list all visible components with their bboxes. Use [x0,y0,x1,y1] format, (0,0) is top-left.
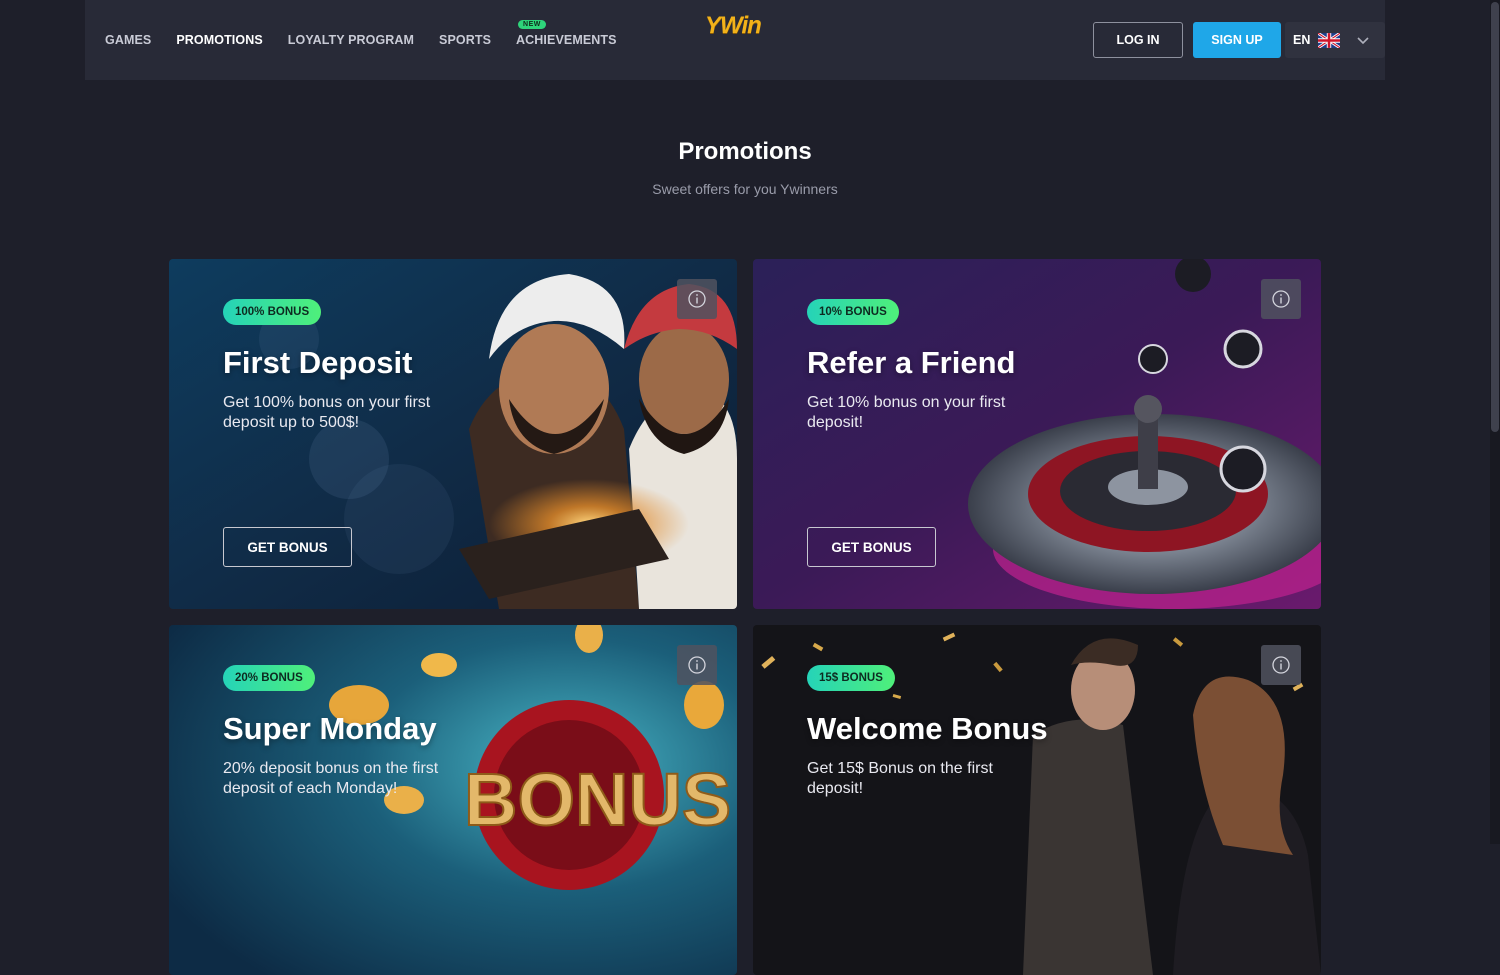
promo-card-refer-friend: 10% BONUS Refer a Friend Get 10% bonus o… [753,259,1321,609]
uk-flag-icon [1318,32,1341,48]
main-nav: GAMES PROMOTIONS LOYALTY PROGRAM SPORTS … [105,0,642,80]
nav-sports[interactable]: SPORTS [439,33,491,47]
promo-badge: 10% BONUS [807,299,899,325]
info-icon [688,290,706,308]
language-selector[interactable]: EN [1285,22,1385,58]
nav-promotions[interactable]: PROMOTIONS [176,33,262,47]
promo-badge: 20% BONUS [223,665,315,691]
get-bonus-button[interactable]: GET BONUS [223,527,352,567]
promo-card-super-monday: BONUS 20% BONUS Super Monday 20% deposit… [169,625,737,975]
promo-badge: 15$ BONUS [807,665,895,691]
promo-title: Super Monday [223,711,437,746]
promo-title: Welcome Bonus [807,711,1048,746]
nav-games[interactable]: GAMES [105,33,151,47]
promo-card-first-deposit: 100% BONUS First Deposit Get 100% bonus … [169,259,737,609]
promo-description: Get 10% bonus on your first deposit! [807,394,1006,431]
bonus-art-text: BONUS [464,758,731,841]
promo-description: 20% deposit bonus on the first deposit o… [223,760,439,797]
info-icon [1272,290,1290,308]
get-bonus-button[interactable]: GET BONUS [807,527,936,567]
page-title: Promotions [678,138,812,165]
promo-description: Get 15$ Bonus on the first deposit! [807,760,993,797]
info-button[interactable] [1261,279,1301,319]
promo-title: First Deposit [223,345,413,380]
login-button[interactable]: LOG IN [1093,22,1183,58]
promo-title: Refer a Friend [807,345,1016,380]
signup-button[interactable]: SIGN UP [1193,22,1281,58]
info-icon [1272,656,1290,674]
scrollbar-thumb[interactable] [1491,2,1499,432]
site-logo[interactable]: YWin [705,12,762,40]
top-header: GAMES PROMOTIONS LOYALTY PROGRAM SPORTS … [85,0,1385,80]
nav-loyalty-program[interactable]: LOYALTY PROGRAM [288,33,414,47]
info-button[interactable] [677,279,717,319]
info-icon [688,656,706,674]
promo-badge: 100% BONUS [223,299,322,325]
info-button[interactable] [1261,645,1301,685]
page-subtitle: Sweet offers for you Ywinners [652,181,838,197]
promo-card-welcome-bonus: 15$ BONUS Welcome Bonus Get 15$ Bonus on… [753,625,1321,975]
nav-achievements[interactable]: NEW ACHIEVEMENTS [516,20,617,47]
language-code: EN [1293,33,1311,47]
new-badge: NEW [518,20,546,29]
page-scrollbar[interactable] [1490,0,1500,844]
info-button[interactable] [677,645,717,685]
chevron-down-icon [1357,37,1369,45]
promo-description: Get 100% bonus on your first deposit up … [223,394,431,431]
nav-achievements-label: ACHIEVEMENTS [516,33,617,47]
